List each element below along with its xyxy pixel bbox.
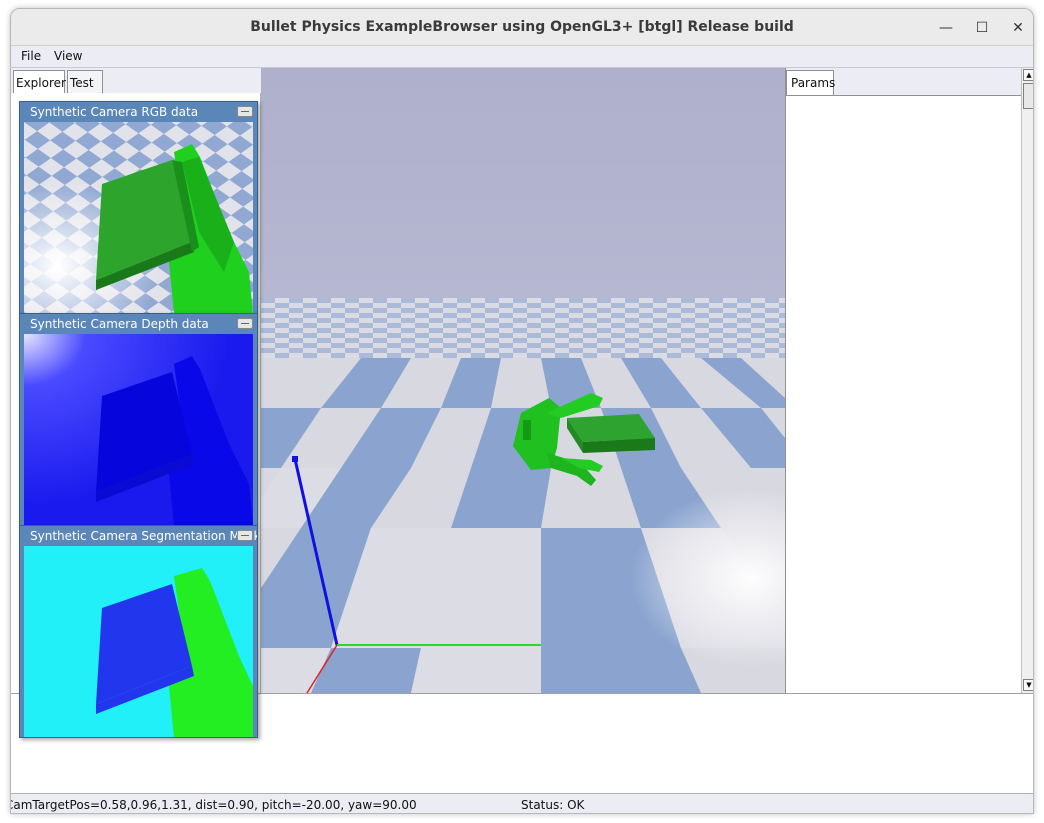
menu-file[interactable]: File (21, 49, 41, 63)
params-scrollbar[interactable]: ▲ ▼ (1021, 68, 1033, 693)
scene-render (261, 68, 785, 693)
tab-test[interactable]: Test (67, 70, 103, 94)
rgb-camera-image (24, 122, 253, 313)
window-title: Bullet Physics ExampleBrowser using Open… (250, 19, 794, 35)
depth-camera-title[interactable]: Synthetic Camera Depth data (20, 314, 257, 334)
segmentation-camera-window[interactable]: Synthetic Camera Segmentation Mask (19, 525, 258, 738)
maximize-icon[interactable]: ☐ (971, 17, 993, 39)
depth-camera-minimize-icon[interactable] (237, 318, 253, 329)
depth-camera-window[interactable]: Synthetic Camera Depth data (19, 313, 258, 526)
scroll-thumb[interactable] (1023, 83, 1033, 109)
tab-params[interactable]: Params (786, 70, 836, 96)
sky (261, 68, 785, 298)
camera-status-text: CamTargetPos=0.58,0.96,1.31, dist=0.90, … (10, 798, 417, 812)
params-panel: Params ▲ ▼ (785, 68, 1033, 693)
status-bar: CamTargetPos=0.58,0.96,1.31, dist=0.90, … (10, 793, 1033, 813)
3d-viewport[interactable] (261, 68, 785, 693)
rgb-camera-window[interactable]: Synthetic Camera RGB data (19, 101, 258, 314)
status-text: Status: OK (521, 798, 585, 812)
tab-test-label: Test (70, 76, 94, 90)
app-window: Bullet Physics ExampleBrowser using Open… (10, 8, 1034, 814)
segmentation-camera-image (24, 546, 253, 737)
scroll-up-icon[interactable]: ▲ (1023, 69, 1033, 81)
params-body (786, 95, 1022, 693)
tab-params-label: Params (791, 76, 836, 90)
segmentation-camera-minimize-icon[interactable] (237, 530, 253, 541)
title-bar[interactable]: Bullet Physics ExampleBrowser using Open… (11, 9, 1033, 46)
tab-explorer-label: Explorer (16, 76, 66, 90)
segmentation-camera-title[interactable]: Synthetic Camera Segmentation Mask (20, 526, 257, 546)
minimize-icon[interactable]: — (935, 17, 957, 39)
rgb-camera-minimize-icon[interactable] (237, 106, 253, 117)
rgb-camera-title[interactable]: Synthetic Camera RGB data (20, 102, 257, 122)
scroll-down-icon[interactable]: ▼ (1023, 679, 1033, 691)
menu-bar: File View (11, 46, 1033, 68)
depth-camera-image (24, 334, 253, 525)
block-model (567, 414, 655, 453)
menu-view[interactable]: View (54, 49, 82, 63)
close-icon[interactable]: ✕ (1007, 17, 1029, 39)
